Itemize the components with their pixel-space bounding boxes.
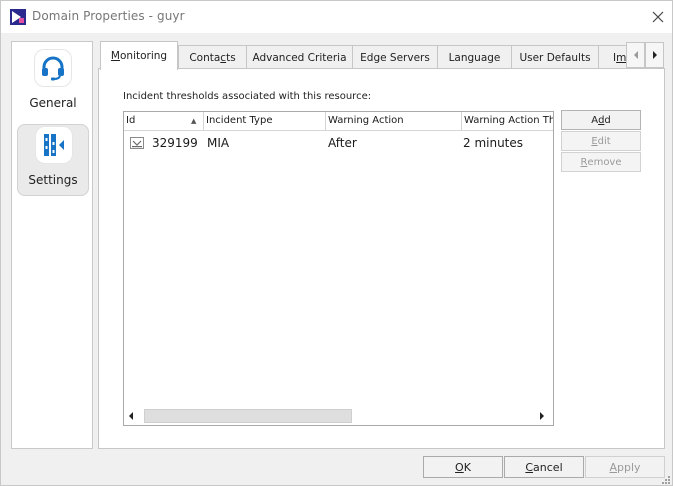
- tab-scroll-right-button[interactable]: [645, 42, 664, 68]
- cell-warning-action: After: [328, 136, 357, 150]
- tab-user-defaults[interactable]: User Defaults: [511, 45, 599, 69]
- thresholds-label: Incident thresholds associated with this…: [123, 91, 372, 102]
- table-header: Id ▲ Incident Type Warning Action Warnin…: [124, 112, 553, 131]
- tab-label: Language: [448, 51, 501, 64]
- general-icon-tile: [35, 50, 71, 86]
- remove-button[interactable]: Remove: [561, 152, 641, 172]
- tab-advanced-criteria[interactable]: Advanced Criteria: [246, 45, 353, 69]
- button-access-key: R: [580, 156, 588, 168]
- add-button[interactable]: Add: [561, 110, 641, 130]
- cancel-button[interactable]: Cancel: [504, 456, 584, 478]
- incident-row-icon: [130, 137, 144, 149]
- tab-contacts[interactable]: Conta c ts: [178, 45, 247, 69]
- button-label-part: ancel: [533, 460, 563, 474]
- column-header-id[interactable]: Id ▲: [124, 112, 204, 130]
- scroll-left-arrow-icon[interactable]: [128, 412, 134, 420]
- sidebar-item-label: Settings: [28, 173, 78, 187]
- cell-threshold: 2 minutes: [463, 136, 524, 150]
- button-label-part: K: [463, 460, 471, 474]
- button-access-key: C: [525, 460, 534, 474]
- column-header-warning-action[interactable]: Warning Action: [326, 112, 462, 130]
- tab-access-key: M: [110, 50, 120, 62]
- window-title: Domain Properties - guyr: [32, 9, 185, 23]
- scrollbar-thumb[interactable]: [144, 409, 352, 423]
- tab-strip: Monitoring Conta c ts Advanced Criteria Ed…: [98, 41, 665, 70]
- monitoring-panel: Incident thresholds associated with this…: [98, 68, 665, 449]
- chevron-right-icon: [652, 51, 657, 59]
- tab-label: User Defaults: [519, 51, 591, 64]
- tab-label: Advanced Criteria: [252, 51, 347, 64]
- tab-label-part: Conta: [189, 51, 221, 64]
- cell-incident-type: MIA: [207, 136, 230, 150]
- tab-monitoring[interactable]: Monitoring: [100, 41, 178, 70]
- button-access-key: A: [609, 460, 617, 474]
- dialog-window: Domain Properties - guyr General Setting…: [0, 0, 673, 486]
- button-access-key: O: [455, 460, 464, 474]
- app-logo-icon: [10, 9, 26, 25]
- tab-scroll-left-button[interactable]: [626, 42, 645, 68]
- tab-partial-im[interactable]: Im: [598, 45, 628, 69]
- tab-label: Edge Servers: [360, 51, 430, 64]
- settings-columns-icon: [44, 134, 64, 156]
- button-label-part: dit: [597, 135, 611, 147]
- headset-icon: [42, 56, 64, 81]
- scroll-right-arrow-icon[interactable]: [539, 412, 545, 420]
- button-label-part: emove: [587, 156, 622, 168]
- close-button[interactable]: [647, 7, 669, 27]
- sidebar-item-settings[interactable]: Settings: [17, 124, 89, 196]
- horizontal-scrollbar[interactable]: [124, 407, 553, 425]
- resize-grip-icon[interactable]: [661, 475, 671, 485]
- title-bar[interactable]: Domain Properties - guyr: [1, 1, 672, 33]
- settings-icon-tile: [36, 127, 72, 163]
- thresholds-table[interactable]: Id ▲ Incident Type Warning Action Warnin…: [123, 111, 554, 426]
- sidebar-item-label: General: [29, 96, 77, 110]
- close-icon: [652, 11, 664, 23]
- column-header-incident-type[interactable]: Incident Type: [204, 112, 326, 130]
- edit-button[interactable]: Edit: [561, 131, 641, 151]
- button-label-part: pply: [617, 460, 641, 474]
- column-title: Id: [126, 115, 136, 126]
- tab-edge-servers[interactable]: Edge Servers: [352, 45, 438, 69]
- ok-button[interactable]: OK: [423, 456, 503, 478]
- apply-button[interactable]: Apply: [585, 456, 665, 478]
- tab-label-part: ts: [226, 51, 236, 64]
- chevron-left-icon: [633, 51, 638, 59]
- tab-language[interactable]: Language: [437, 45, 512, 69]
- cell-id: 329199: [152, 136, 198, 150]
- button-label-part: d: [604, 114, 611, 126]
- tab-access-key: m: [616, 51, 627, 64]
- column-header-warning-action-threshold[interactable]: Warning Action Thre: [462, 112, 553, 130]
- button-label-part: A: [591, 114, 599, 126]
- settings-content: Monitoring Conta c ts Advanced Criteria Ed…: [98, 41, 665, 449]
- sort-ascending-icon: ▲: [191, 117, 197, 125]
- category-sidebar: General Settings: [11, 41, 93, 449]
- table-row[interactable]: 329199 MIA After 2 minutes: [124, 131, 553, 155]
- sidebar-item-general[interactable]: General: [17, 48, 89, 120]
- tab-label-part: onitoring: [119, 50, 168, 62]
